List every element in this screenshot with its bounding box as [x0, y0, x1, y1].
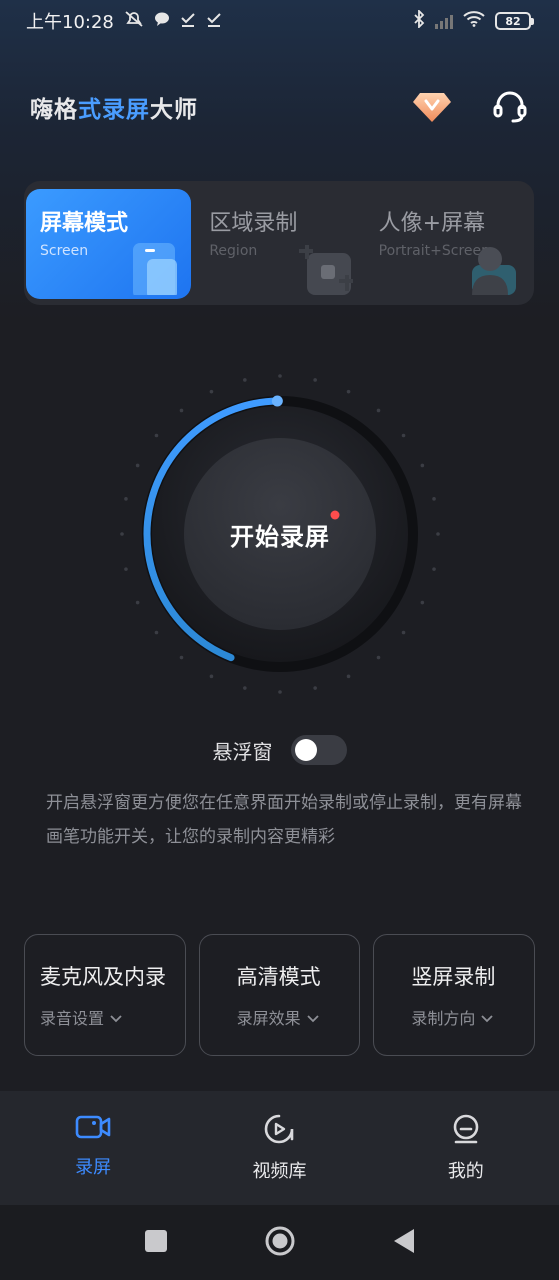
- recent-apps-icon[interactable]: [144, 1229, 168, 1257]
- mic-internal-audio-card[interactable]: 麦克风及内录 录音设置: [24, 934, 186, 1056]
- floating-window-toggle[interactable]: [290, 735, 347, 765]
- start-record-label: 开始录屏: [230, 522, 330, 551]
- tab-portrait-screen[interactable]: 人像+屏幕 Portrait+Screen: [365, 189, 530, 299]
- nav-label: 我的: [447, 1161, 484, 1182]
- app-title-part1: 嗨格: [30, 97, 78, 123]
- task-done-icon: [206, 11, 222, 32]
- profile-icon: [450, 1113, 482, 1149]
- phone-illustration-icon: [125, 239, 181, 299]
- portrait-person-icon: [470, 243, 518, 299]
- chevron-down-icon: [306, 1009, 320, 1028]
- card-title: 竖屏录制: [411, 965, 496, 989]
- record-dial: 开始录屏: [110, 364, 450, 704]
- bottom-navigation: 录屏 视频库 我的: [0, 1091, 559, 1205]
- card-subtitle: 录制方向: [389, 1005, 534, 1029]
- mode-tabs: 屏幕模式 Screen 区域录制 Region 人像+屏幕 Portrait+S…: [24, 181, 534, 305]
- tab-screen-mode[interactable]: 屏幕模式 Screen: [26, 189, 192, 299]
- card-subtitle: 录音设置: [40, 1005, 185, 1029]
- status-time: 上午10:28: [26, 12, 114, 33]
- app-header: 嗨格式录屏大师: [30, 84, 530, 130]
- message-icon: [154, 11, 170, 32]
- status-left: 上午10:28: [26, 8, 222, 34]
- battery-indicator: 82: [495, 12, 534, 30]
- tab-title: 屏幕模式: [40, 211, 129, 236]
- nav-video-library[interactable]: 视频库: [204, 1113, 354, 1205]
- toggle-knob: [294, 739, 317, 761]
- header-actions: [412, 87, 530, 127]
- customer-service-icon[interactable]: [490, 87, 530, 127]
- wifi-icon: [463, 10, 485, 32]
- app-title: 嗨格式录屏大师: [30, 90, 198, 124]
- card-title: 麦克风及内录: [40, 965, 166, 989]
- tab-region-record[interactable]: 区域录制 Region: [195, 189, 360, 299]
- region-crop-icon: [295, 241, 357, 299]
- task-done-icon: [180, 11, 196, 32]
- cellular-signal-icon: [435, 13, 453, 29]
- tab-title: 人像+屏幕: [378, 211, 486, 236]
- start-record-button[interactable]: 开始录屏: [110, 364, 450, 704]
- chevron-down-icon: [109, 1009, 123, 1028]
- mute-icon: [124, 10, 144, 33]
- card-subtitle: 录屏效果: [215, 1005, 360, 1029]
- app-title-accent: 式录屏: [78, 97, 150, 123]
- card-subtitle-text: 录屏效果: [236, 1009, 301, 1028]
- card-subtitle-text: 录音设置: [40, 1009, 105, 1028]
- tab-title: 区域录制: [209, 211, 298, 236]
- card-title: 高清模式: [236, 965, 321, 989]
- home-icon[interactable]: [264, 1225, 296, 1261]
- app-title-part2: 大师: [150, 97, 198, 123]
- card-subtitle-text: 录制方向: [411, 1009, 476, 1028]
- video-library-icon: [263, 1113, 295, 1149]
- video-camera-icon: [75, 1113, 111, 1145]
- status-right: 82: [413, 8, 534, 33]
- hd-mode-card[interactable]: 高清模式 录屏效果: [198, 934, 361, 1056]
- floating-window-label: 悬浮窗: [212, 739, 273, 764]
- settings-cards: 麦克风及内录 录音设置 高清模式 录屏效果 竖屏录制 录制方向: [24, 934, 536, 1056]
- chevron-down-icon: [480, 1009, 494, 1028]
- status-bar: 上午10:28 82: [0, 0, 559, 42]
- nav-label: 录屏: [75, 1157, 112, 1178]
- floating-window-row: 悬浮窗: [0, 732, 559, 768]
- nav-record[interactable]: 录屏: [18, 1113, 168, 1205]
- back-icon[interactable]: [392, 1227, 416, 1259]
- nav-label: 视频库: [252, 1161, 307, 1182]
- vip-diamond-icon[interactable]: [412, 90, 452, 124]
- system-navigation-bar: [0, 1205, 559, 1280]
- nav-profile[interactable]: 我的: [391, 1113, 541, 1205]
- floating-window-description: 开启悬浮窗更方便您在任意界面开始录制或停止录制，更有屏幕画笔功能开关，让您的录制…: [46, 793, 522, 847]
- bluetooth-icon: [413, 8, 425, 33]
- portrait-record-card[interactable]: 竖屏录制 录制方向: [373, 934, 536, 1056]
